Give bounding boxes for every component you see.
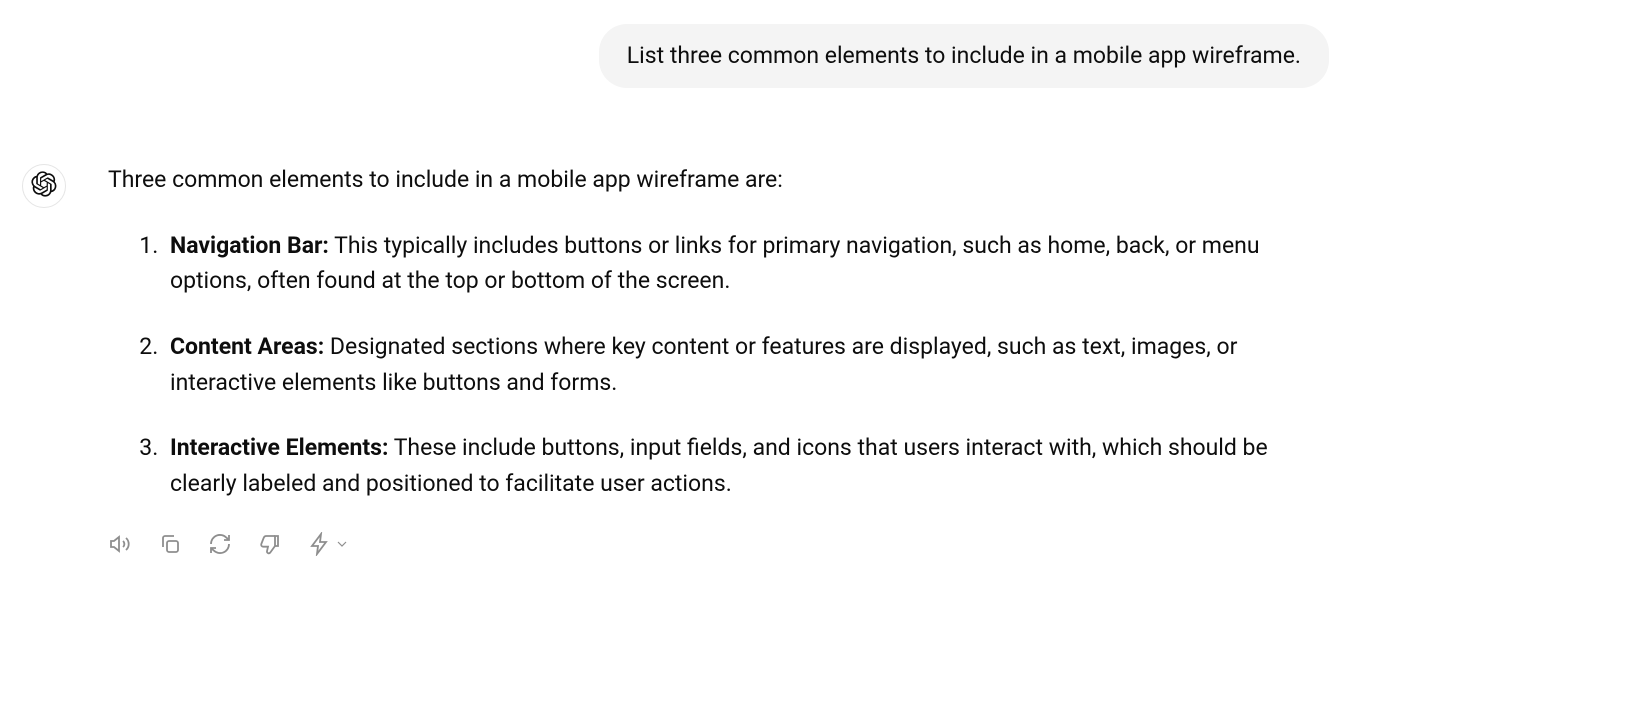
refresh-icon — [208, 532, 232, 559]
more-options-button[interactable] — [308, 532, 350, 559]
user-message-bubble[interactable]: List three common elements to include in… — [599, 24, 1329, 88]
assistant-ordered-list: Navigation Bar: This typically includes … — [108, 228, 1328, 502]
copy-button[interactable] — [158, 532, 182, 559]
assistant-message-row: Three common elements to include in a mo… — [0, 162, 1651, 558]
speaker-icon — [108, 532, 132, 559]
lightning-icon — [308, 532, 332, 559]
chevron-down-icon — [334, 536, 350, 555]
list-item-title: Navigation Bar: — [170, 232, 329, 259]
thumbs-down-icon — [258, 532, 282, 559]
assistant-avatar — [22, 164, 66, 208]
openai-logo-icon — [31, 171, 57, 201]
thumbs-down-button[interactable] — [258, 532, 282, 559]
chat-canvas: List three common elements to include in… — [0, 0, 1651, 701]
list-item-title: Interactive Elements: — [170, 434, 388, 461]
list-item-title: Content Areas: — [170, 333, 324, 360]
read-aloud-button[interactable] — [108, 532, 132, 559]
regenerate-button[interactable] — [208, 532, 232, 559]
message-actions — [108, 532, 1328, 559]
assistant-message-body: Three common elements to include in a mo… — [108, 162, 1328, 558]
list-item-desc: Designated sections where key content or… — [170, 333, 1237, 396]
list-item-desc: This typically includes buttons or links… — [170, 232, 1260, 295]
assistant-intro-text: Three common elements to include in a mo… — [108, 162, 1328, 198]
user-message-row: List three common elements to include in… — [0, 24, 1651, 88]
user-message-text: List three common elements to include in… — [627, 42, 1301, 69]
copy-icon — [158, 532, 182, 559]
list-item: Navigation Bar: This typically includes … — [164, 228, 1328, 299]
list-item: Interactive Elements: These include butt… — [164, 430, 1328, 501]
list-item: Content Areas: Designated sections where… — [164, 329, 1328, 400]
